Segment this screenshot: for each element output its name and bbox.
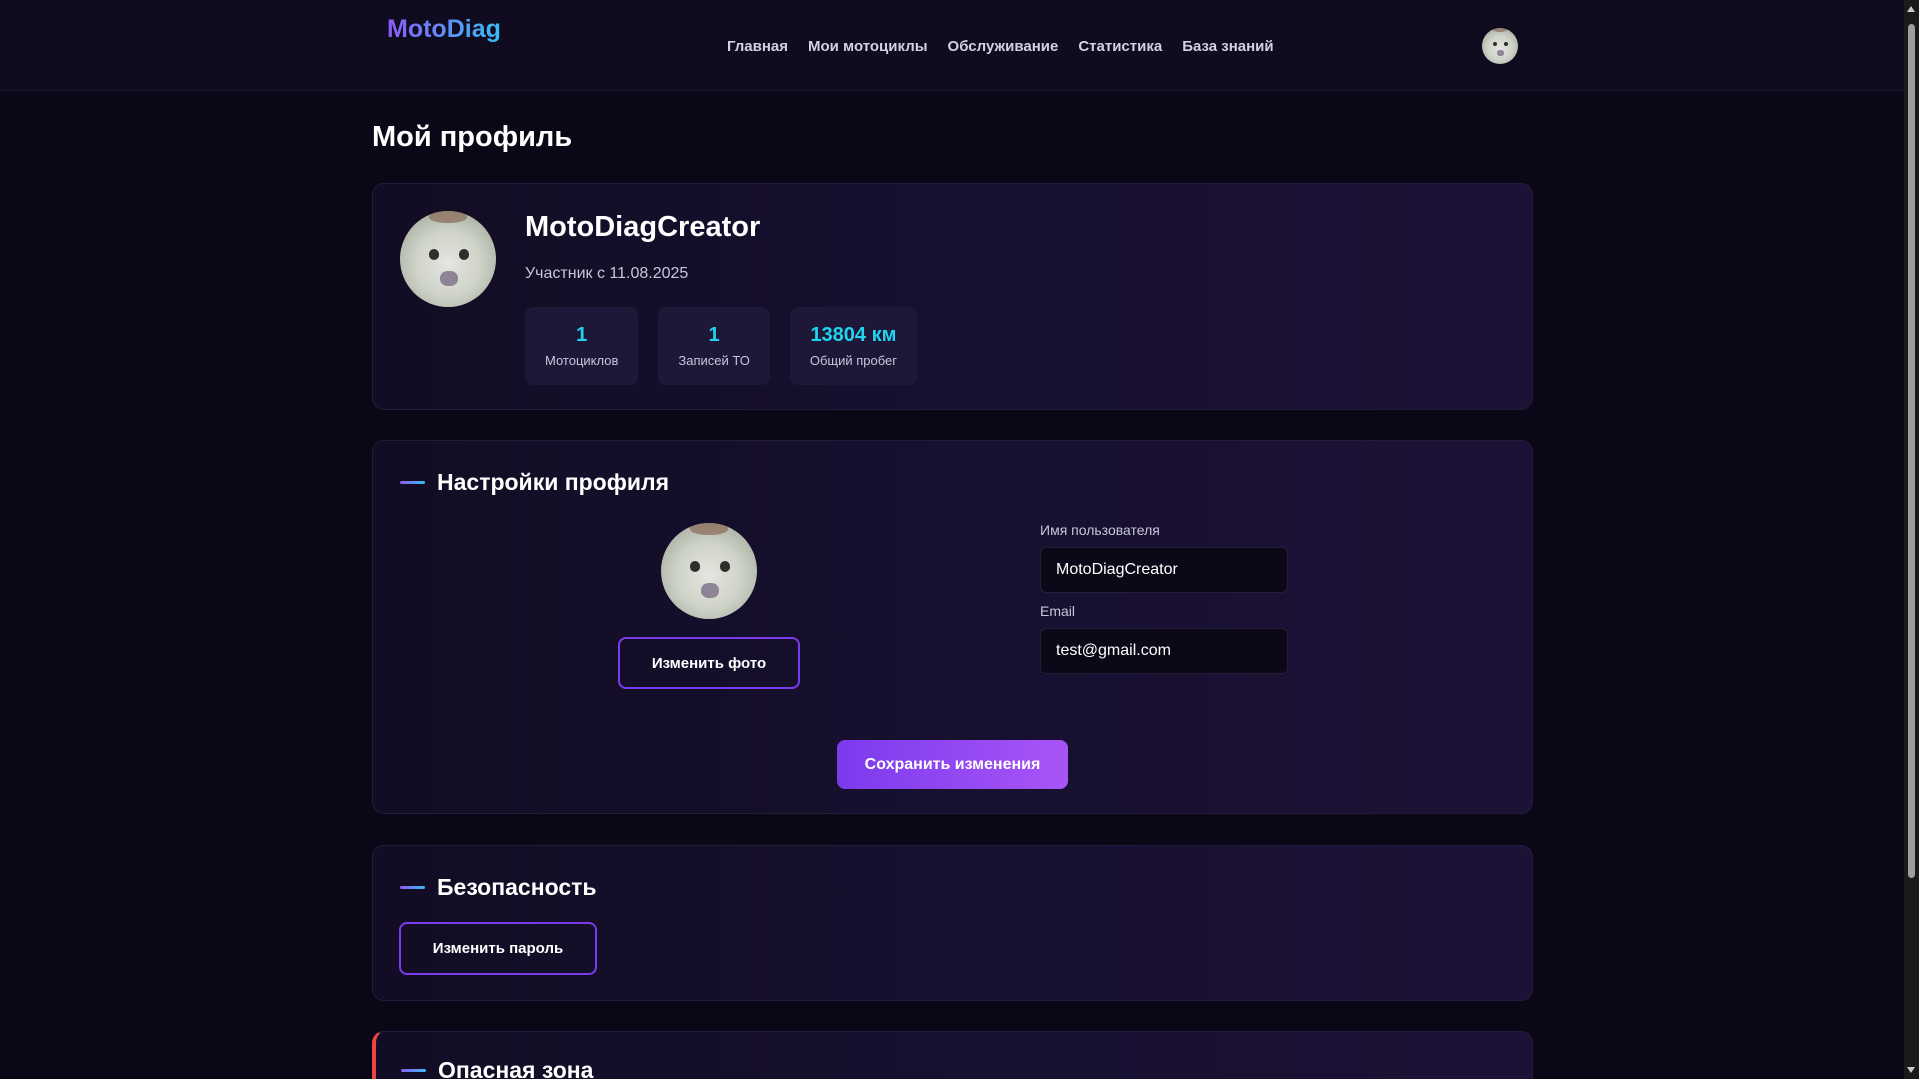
username-field[interactable] <box>1040 547 1288 593</box>
scroll-down-arrow-icon[interactable] <box>1907 1067 1915 1073</box>
stat-value: 1 <box>708 324 720 346</box>
top-navbar: MotoDiag Главная Мои мотоциклы Обслужива… <box>0 0 1904 91</box>
nav-maintenance[interactable]: Обслуживание <box>948 38 1059 55</box>
security-title: Безопасность <box>437 874 597 900</box>
main-nav: Главная Мои мотоциклы Обслуживание Стати… <box>727 38 1274 55</box>
profile-settings-card: Настройки профиля Изменить фото Имя поль… <box>372 440 1533 814</box>
stat-value: 1 <box>576 324 588 346</box>
danger-zone-card: Опасная зона <box>372 1031 1533 1079</box>
profile-card: MotoDiagCreator Участник с 11.08.2025 1 … <box>372 183 1533 410</box>
section-accent-bar <box>400 886 425 889</box>
stat-label: Мотоциклов <box>545 353 619 368</box>
change-photo-button[interactable]: Изменить фото <box>618 637 800 689</box>
settings-title: Настройки профиля <box>437 469 670 495</box>
scroll-thumb[interactable] <box>1908 24 1915 878</box>
page-scrollbar[interactable] <box>1904 0 1919 1079</box>
security-card: Безопасность Изменить пароль <box>372 845 1533 1001</box>
profile-username: MotoDiagCreator <box>525 211 761 243</box>
username-label: Имя пользователя <box>1040 522 1160 538</box>
stat-total-mileage: 13804 км Общий пробег <box>789 307 918 385</box>
save-changes-button[interactable]: Сохранить изменения <box>837 740 1068 789</box>
stat-maintenance-records: 1 Записей ТО <box>658 307 770 385</box>
user-avatar-menu[interactable] <box>1482 28 1518 64</box>
stat-motorcycles: 1 Мотоциклов <box>525 307 639 385</box>
stat-label: Записей ТО <box>678 353 750 368</box>
member-since: Участник с 11.08.2025 <box>525 265 689 282</box>
danger-title: Опасная зона <box>438 1057 594 1079</box>
section-title: Опасная зона <box>401 1057 593 1079</box>
stat-value: 13804 км <box>810 324 897 346</box>
profile-stats: 1 Мотоциклов 1 Записей ТО 13804 км Общий… <box>525 307 918 385</box>
change-password-button[interactable]: Изменить пароль <box>399 922 597 975</box>
email-field[interactable] <box>1040 628 1288 674</box>
page-title: Мой профиль <box>372 121 573 153</box>
logo[interactable]: MotoDiag <box>387 15 501 44</box>
settings-avatar <box>661 523 757 619</box>
profile-avatar <box>400 211 496 307</box>
nav-knowledge-base[interactable]: База знаний <box>1182 38 1273 55</box>
section-title: Настройки профиля <box>400 469 669 496</box>
section-accent-bar <box>400 481 425 484</box>
nav-home[interactable]: Главная <box>727 38 788 55</box>
section-accent-bar <box>401 1069 426 1072</box>
stat-label: Общий пробег <box>809 353 898 368</box>
nav-my-motorcycles[interactable]: Мои мотоциклы <box>808 38 928 55</box>
email-label: Email <box>1040 603 1076 619</box>
section-title: Безопасность <box>400 874 597 901</box>
scroll-up-arrow-icon[interactable] <box>1907 6 1915 12</box>
nav-statistics[interactable]: Статистика <box>1078 38 1162 55</box>
